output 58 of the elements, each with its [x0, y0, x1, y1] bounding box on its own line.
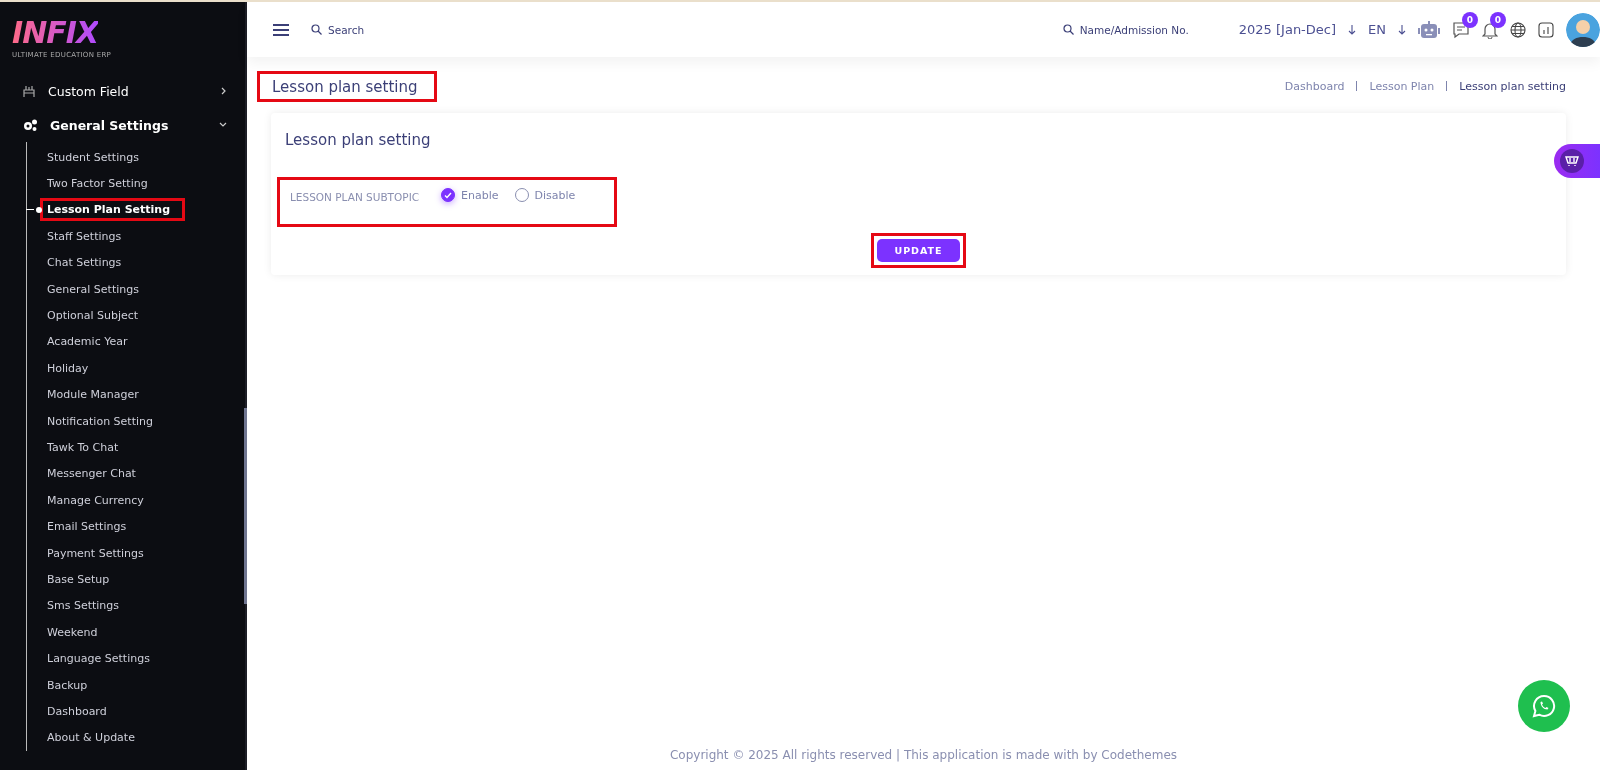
- sidebar-submenu-item[interactable]: Tawk To Chat: [47, 441, 119, 454]
- sidebar-submenu-item[interactable]: Manage Currency: [47, 493, 144, 507]
- sidebar-submenu-item[interactable]: Holiday: [47, 361, 89, 375]
- cart-tab[interactable]: [1554, 144, 1600, 178]
- avatar-icon[interactable]: [1566, 12, 1600, 47]
- sidebar-submenu-item[interactable]: Backup: [47, 678, 88, 692]
- radio-label[interactable]: Disable: [534, 188, 576, 202]
- sidebar-submenu-item[interactable]: Lesson Plan Setting: [47, 203, 171, 217]
- sidebar-submenu-item[interactable]: Module Manager: [47, 388, 139, 402]
- sidebar-submenu-item[interactable]: Weekend: [47, 625, 98, 639]
- sidebar-submenu-item[interactable]: Messenger Chat: [47, 467, 136, 481]
- breadcrumb-link[interactable]: Dashboard: [1284, 79, 1345, 93]
- menu-icon[interactable]: [273, 23, 289, 36]
- session-selector[interactable]: 2025 [Jan-Dec]: [1238, 22, 1337, 37]
- page-title: Lesson plan setting: [272, 77, 418, 96]
- sidebar-submenu-item[interactable]: Staff Settings: [47, 229, 122, 243]
- language-selector[interactable]: EN: [1368, 22, 1386, 37]
- sidebar-submenu-item[interactable]: Academic Year: [47, 335, 128, 349]
- sidebar-submenu-item[interactable]: About & Update: [47, 731, 135, 745]
- sidebar-menu-item[interactable]: Custom Field: [0, 74, 245, 108]
- gears-icon: [22, 118, 38, 132]
- arrow-down-icon: [1398, 24, 1406, 35]
- sidebar-submenu-item[interactable]: Optional Subject: [47, 309, 139, 323]
- cart-icon: [1560, 149, 1584, 173]
- sidebar-submenu-item[interactable]: Language Settings: [47, 652, 150, 666]
- search-field[interactable]: Search: [311, 23, 365, 36]
- sidebar-submenu-item[interactable]: Sms Settings: [47, 599, 120, 613]
- sidebar-submenu-item[interactable]: Student Settings: [47, 150, 139, 164]
- sidebar-submenu-item[interactable]: Base Setup: [47, 572, 110, 586]
- sidebar-submenu-item[interactable]: Dashboard: [47, 704, 107, 718]
- field-label: LESSON PLAN SUBTOPIC: [290, 191, 420, 203]
- sidebar-submenu-item[interactable]: Email Settings: [47, 520, 127, 534]
- chart-icon[interactable]: [1538, 21, 1554, 38]
- card-title: Lesson plan setting: [285, 131, 432, 149]
- sidebar-submenu-item[interactable]: Two Factor Setting: [47, 177, 148, 191]
- robot-icon[interactable]: [1418, 20, 1440, 39]
- radio-label[interactable]: Enable: [461, 188, 499, 202]
- arrow-down-icon: [1348, 24, 1357, 35]
- sidebar-submenu-item[interactable]: Payment Settings: [47, 546, 144, 560]
- chat-count-badge: 0: [1462, 11, 1478, 28]
- check-icon: [444, 191, 453, 199]
- sidebar-submenu-item[interactable]: Chat Settings: [47, 256, 122, 270]
- student-search-field[interactable]: Name/Admission No.: [1062, 23, 1189, 36]
- sidebar-menu-item[interactable]: General Settings: [0, 108, 245, 142]
- radio-button[interactable]: [441, 188, 456, 202]
- chevron-right-icon: [221, 87, 227, 95]
- sidebar-submenu-item[interactable]: Notification Setting: [47, 414, 153, 428]
- scrollbar-thumb[interactable]: [244, 408, 247, 604]
- notification-count-badge: 0: [1490, 11, 1506, 28]
- sidebar-submenu-item[interactable]: General Settings: [47, 282, 139, 296]
- globe-icon[interactable]: [1510, 21, 1526, 38]
- breadcrumb-link[interactable]: Lesson Plan: [1369, 79, 1435, 93]
- search-icon: [1062, 24, 1074, 35]
- update-button[interactable]: UPDATE: [877, 239, 960, 262]
- phone-bubble-icon: [1532, 694, 1556, 718]
- chevron-down-icon: [219, 122, 227, 128]
- footer-text: Copyright © 2025 All rights reserved | This application is made with by Codethemes: [669, 748, 1178, 764]
- search-icon: [311, 24, 322, 35]
